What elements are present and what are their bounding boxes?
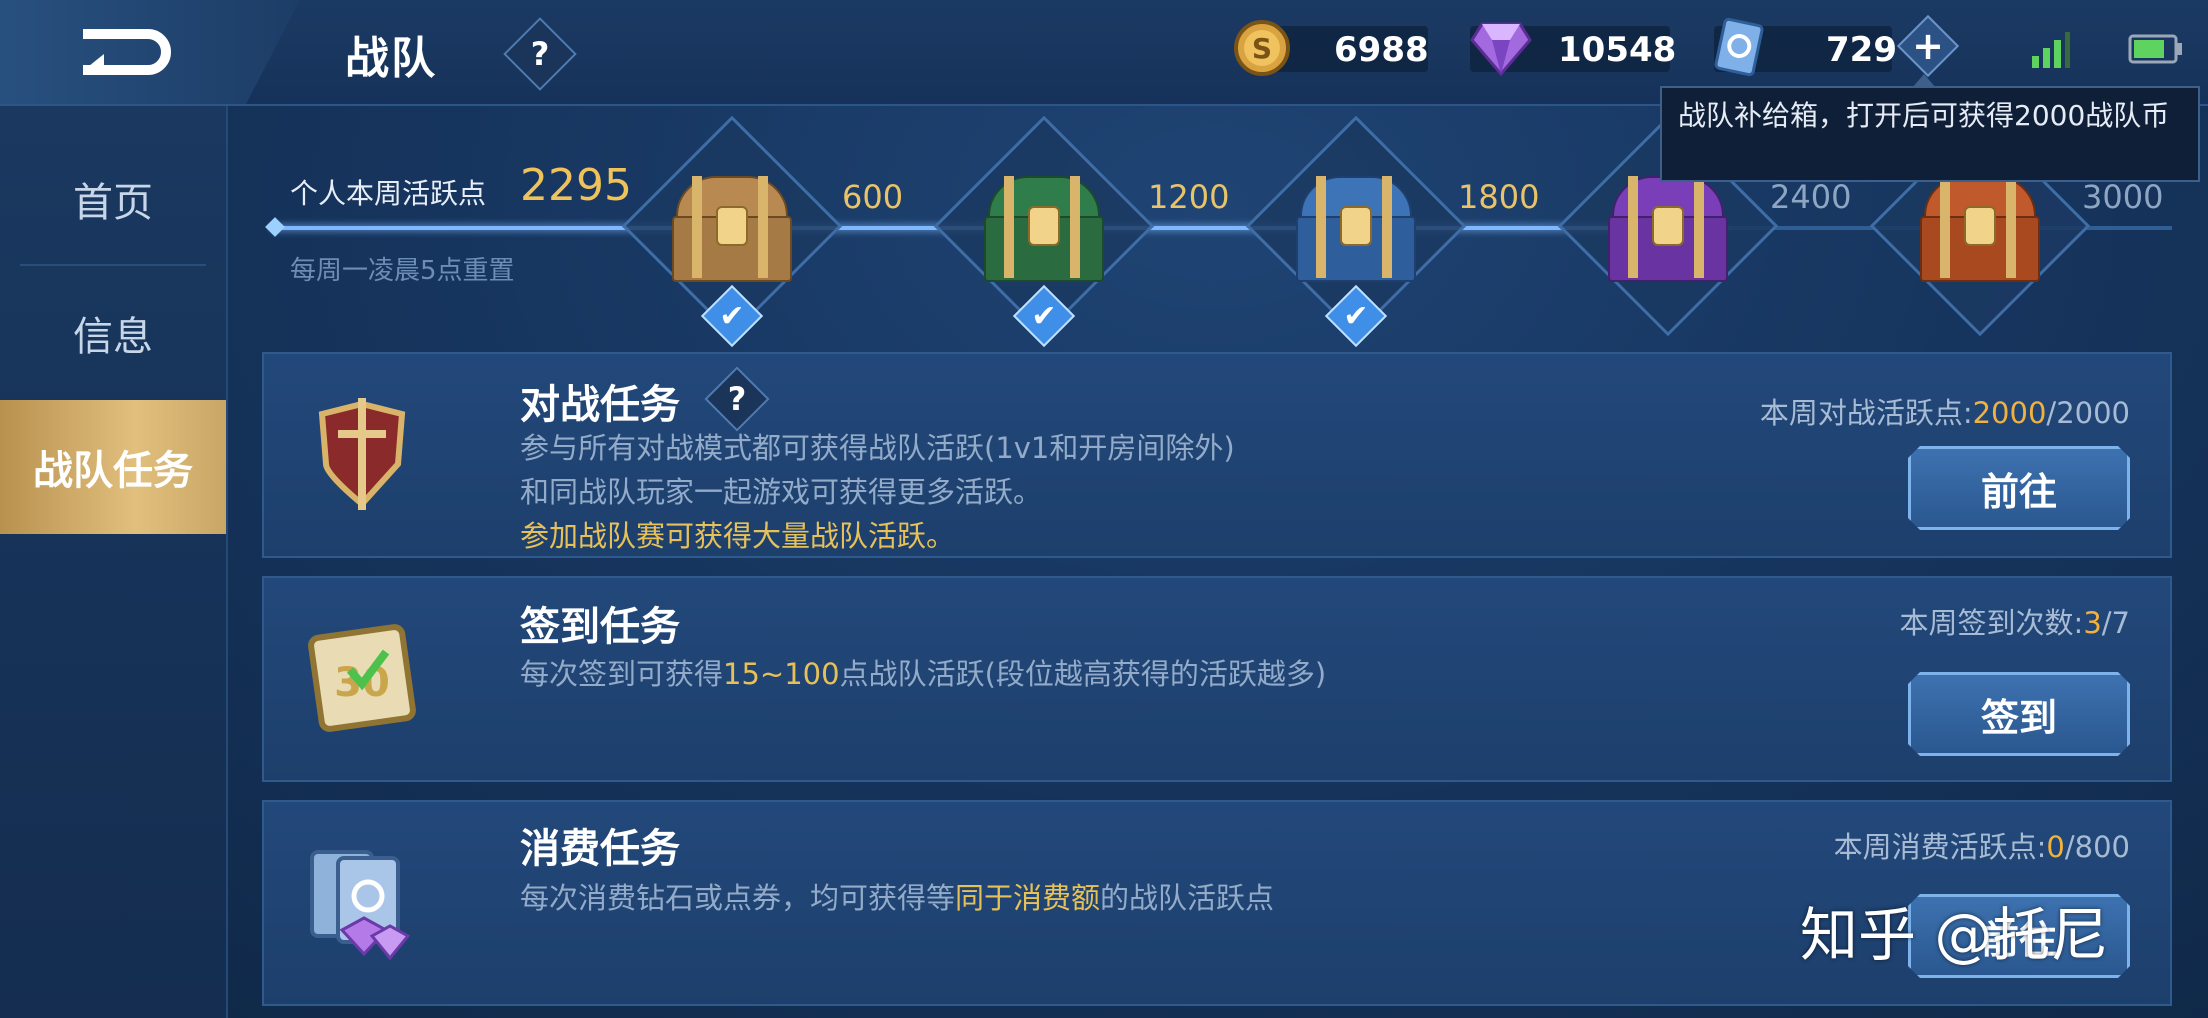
task-desc-text: 点战队活跃(段位越高获得的活跃越多) <box>839 657 1327 691</box>
add-coupon-button[interactable]: + <box>1896 14 1960 78</box>
green-chest-icon[interactable] <box>984 176 1104 282</box>
task-desc-text: 的战队活跃点 <box>1100 881 1275 915</box>
gold-coin-icon: S <box>1234 20 1290 76</box>
diamond-counter: 10548 <box>1558 28 1676 72</box>
signal-strength-icon <box>2032 32 2070 68</box>
stat-current: 0 <box>2046 830 2065 864</box>
reset-note: 每周一凌晨5点重置 <box>290 256 515 286</box>
task-title: 签到任务 <box>520 604 680 650</box>
sidebar-item-label: 首页 <box>73 180 153 226</box>
task-stat: 本周消费活跃点:0/800 <box>1834 824 2130 866</box>
stat-label: 本周消费活跃点: <box>1833 830 2047 864</box>
goto-button[interactable]: 前往 <box>1908 446 2130 530</box>
tooltip-text: 战队补给箱，打开后可获得2000战队币 <box>1678 99 2170 132</box>
sidebar: 首页 信息 战队任务 <box>0 106 228 1018</box>
checkmark-icon: ✔ <box>1031 298 1057 334</box>
plus-icon: + <box>1912 24 1944 68</box>
sidebar-item-info[interactable]: 信息 <box>0 266 226 400</box>
task-title: 消费任务 <box>520 826 680 872</box>
task-description: 参与所有对战模式都可获得战队活跃(1v1和开房间除外) 和同战队玩家一起游戏可获… <box>520 426 1235 558</box>
back-arrow-icon <box>83 29 171 75</box>
spending-cards-icon <box>310 850 411 961</box>
diamond-icon <box>1470 22 1532 76</box>
weekly-activity-label: 个人本周活跃点 <box>290 177 487 210</box>
coupon-card-icon <box>1714 17 1764 77</box>
coupon-counter: 729 <box>1826 28 1897 72</box>
checkin-button[interactable]: 签到 <box>1908 672 2130 756</box>
sidebar-item-home[interactable]: 首页 <box>0 132 226 266</box>
stat-label: 本周对战活跃点: <box>1759 396 1973 430</box>
question-icon: ? <box>727 380 747 418</box>
battery-icon <box>2128 34 2182 64</box>
svg-text:S: S <box>1252 32 1272 65</box>
sidebar-item-label: 战队任务 <box>33 448 193 494</box>
back-button[interactable] <box>0 0 300 104</box>
task-desc-highlight: 参加战队赛可获得大量战队活跃。 <box>520 519 956 553</box>
task-card-checkin: 30 签到任务 每次签到可获得15~100点战队活跃(段位越高获得的活跃越多) … <box>262 576 2172 782</box>
task-stat: 本周对战活跃点:2000/2000 <box>1760 390 2130 432</box>
task-desc-text: 每次签到可获得 <box>520 657 724 691</box>
task-desc-highlight: 同于消费额 <box>955 881 1101 915</box>
threshold-label: 1200 <box>1148 178 1230 216</box>
stat-current: 2000 <box>1972 396 2047 430</box>
calendar-checkin-icon: 30 <box>308 624 416 732</box>
stat-current: 3 <box>2083 606 2102 640</box>
purple-chest-icon[interactable] <box>1608 176 1728 282</box>
stat-total: /7 <box>2101 606 2130 640</box>
stat-label: 本周签到次数: <box>1899 606 2084 640</box>
task-help-button[interactable]: ? <box>704 366 770 432</box>
gold-counter: 6988 <box>1334 28 1429 72</box>
task-desc-line: 和同战队玩家一起游戏可获得更多活跃。 <box>520 475 1043 509</box>
threshold-label: 1800 <box>1458 178 1540 216</box>
chest-tooltip: 战队补给箱，打开后可获得2000战队币 <box>1660 74 2200 182</box>
button-label: 前往 <box>1980 469 2057 514</box>
task-desc-highlight: 15~100 <box>723 657 840 691</box>
weekly-activity-value: 2295 <box>520 160 632 211</box>
threshold-label: 3000 <box>2082 178 2164 216</box>
page-title: 战队 <box>345 33 437 84</box>
watermark: 知乎 @托尼 <box>1800 901 2109 969</box>
sidebar-item-label: 信息 <box>73 314 153 360</box>
task-desc-line: 参与所有对战模式都可获得战队活跃(1v1和开房间除外) <box>520 431 1235 465</box>
shield-sword-icon <box>318 398 406 510</box>
gold-amount: 6988 <box>1334 30 1429 70</box>
coupon-amount: 729 <box>1826 30 1897 70</box>
task-description: 每次消费钻石或点券，均可获得等同于消费额的战队活跃点 <box>520 876 1274 920</box>
question-icon: ? <box>530 35 550 73</box>
blue-chest-icon[interactable] <box>1296 176 1416 282</box>
threshold-label: 600 <box>842 178 904 216</box>
task-title: 对战任务 <box>520 382 680 428</box>
task-description: 每次签到可获得15~100点战队活跃(段位越高获得的活跃越多) <box>520 652 1326 696</box>
button-label: 签到 <box>1980 695 2057 740</box>
stat-total: /2000 <box>2046 396 2130 430</box>
orange-chest-icon[interactable] <box>1920 176 2040 282</box>
task-stat: 本周签到次数:3/7 <box>1900 600 2130 642</box>
diamond-amount: 10548 <box>1558 30 1677 70</box>
sidebar-item-team-tasks[interactable]: 战队任务 <box>0 400 226 534</box>
task-desc-text: 每次消费钻石或点券，均可获得等 <box>520 881 956 915</box>
task-card-battle: 对战任务 ? 参与所有对战模式都可获得战队活跃(1v1和开房间除外) 和同战队玩… <box>262 352 2172 558</box>
checkmark-icon: ✔ <box>1343 298 1369 334</box>
help-button[interactable]: ? <box>503 17 577 91</box>
threshold-label: 2400 <box>1770 178 1852 216</box>
stat-total: /800 <box>2064 830 2130 864</box>
wooden-chest-icon[interactable] <box>672 176 792 282</box>
checkmark-icon: ✔ <box>719 298 745 334</box>
